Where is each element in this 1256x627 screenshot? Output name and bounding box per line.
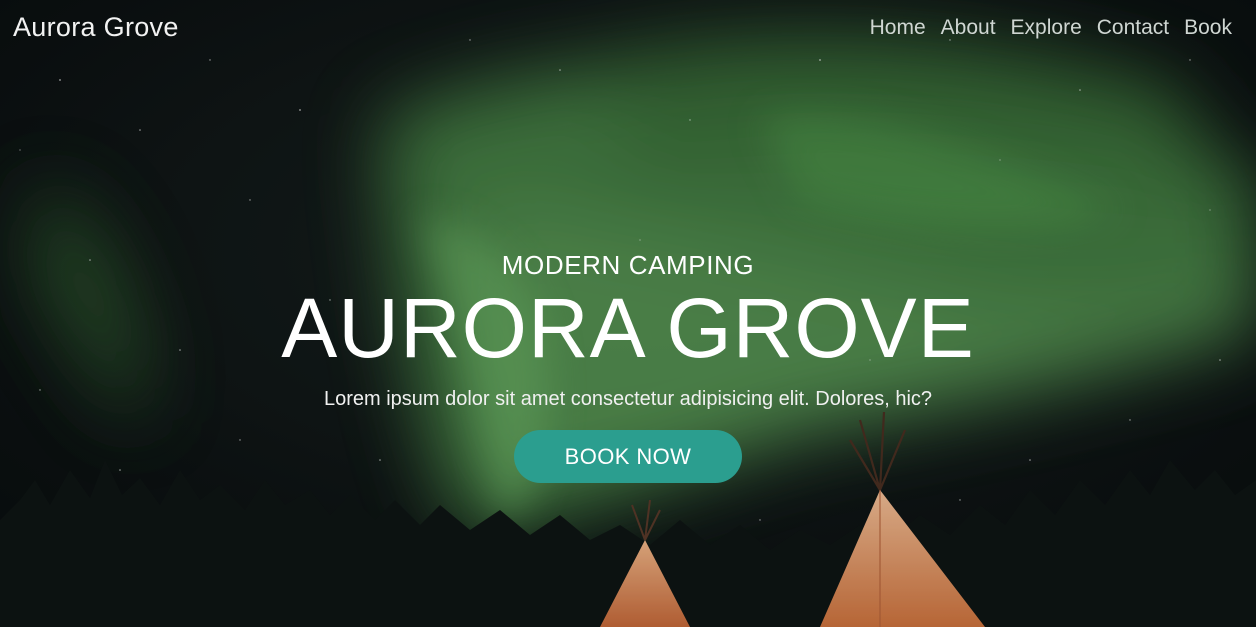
hero-eyebrow: MODERN CAMPING: [501, 250, 755, 280]
hero-content: MODERN CAMPING AURORA GROVE Lorem ipsum …: [0, 250, 1256, 483]
book-now-button[interactable]: BOOK NOW: [514, 430, 742, 483]
nav-link-explore[interactable]: Explore: [1011, 16, 1082, 39]
brand-logo-link[interactable]: Aurora Grove: [13, 12, 179, 43]
nav-link-contact[interactable]: Contact: [1097, 16, 1169, 39]
hero-title: AURORA GROVE: [281, 281, 975, 375]
nav-item-book: Book: [1184, 16, 1232, 40]
landing-page: Aurora Grove Home About Explore Contact …: [0, 0, 1256, 627]
main-nav: Home About Explore Contact Book: [870, 16, 1232, 40]
hero-tagline: Lorem ipsum dolor sit amet consectetur a…: [323, 388, 933, 410]
nav-item-about: About: [941, 16, 996, 40]
nav-link-book[interactable]: Book: [1184, 16, 1232, 39]
nav-item-home: Home: [870, 16, 926, 40]
nav-item-explore: Explore: [1011, 16, 1082, 40]
nav-link-about[interactable]: About: [941, 16, 996, 39]
nav-link-home[interactable]: Home: [870, 16, 926, 39]
nav-item-contact: Contact: [1097, 16, 1169, 40]
